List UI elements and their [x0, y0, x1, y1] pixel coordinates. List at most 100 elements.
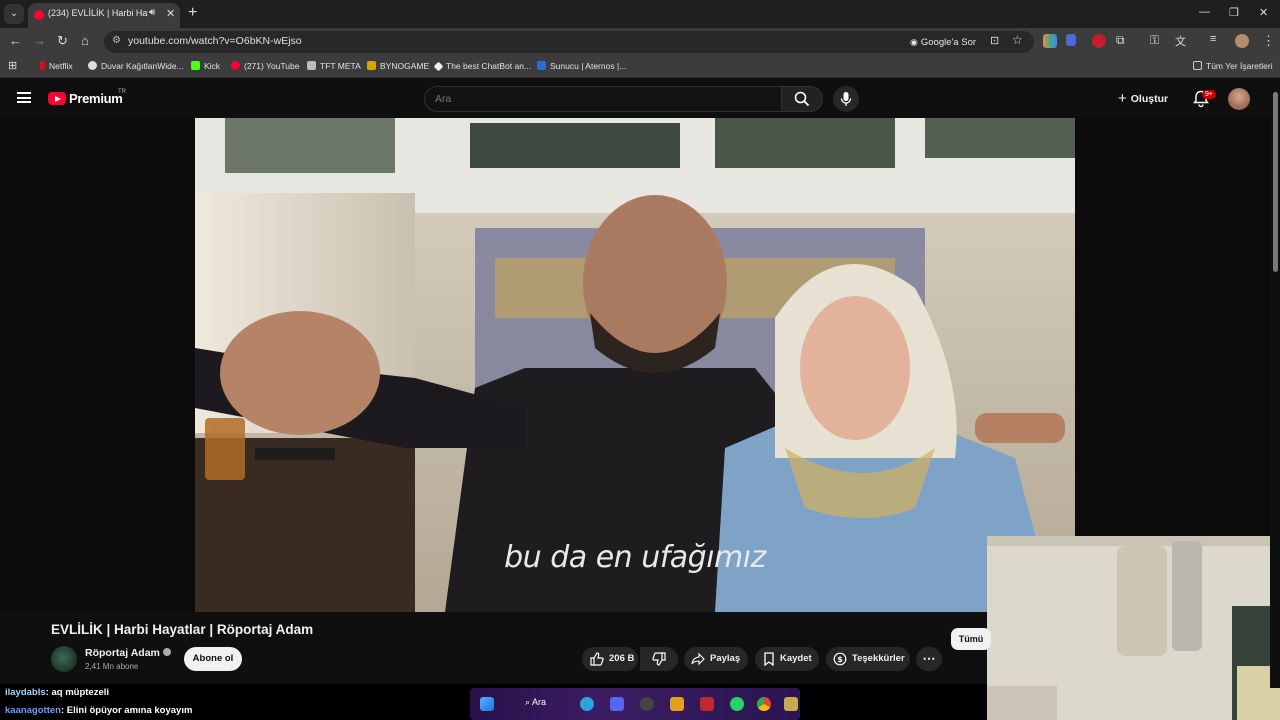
- youtube-logo-icon[interactable]: [48, 92, 66, 105]
- profile-avatar-icon[interactable]: [1235, 34, 1249, 48]
- chrome-icon[interactable]: [757, 697, 771, 711]
- scrollbar-thumb[interactable]: [1273, 92, 1278, 272]
- home-icon[interactable]: ⌂: [81, 33, 89, 48]
- password-key-icon[interactable]: ⚿: [1150, 33, 1159, 48]
- thumbs-down-icon: [652, 652, 666, 666]
- chat-message: kaanagotten: Elini öpüyor amına koyayım: [5, 705, 192, 716]
- chat-message: ilaydabls: aq müptezeli: [5, 687, 109, 698]
- share-label: Paylaş: [710, 653, 741, 664]
- active-tab[interactable]: (234) EVLİLİK | Harbi Hayatl 🔊︎ ✕: [28, 3, 180, 28]
- browser-tab-strip: ⌄ (234) EVLİLİK | Harbi Hayatl 🔊︎ ✕ + — …: [0, 0, 1280, 28]
- tft-icon: [307, 61, 316, 70]
- bynogame-icon: [367, 61, 376, 70]
- create-button[interactable]: + Oluştur: [1118, 90, 1168, 107]
- youtube-icon: [231, 61, 240, 70]
- webcam-frame: [987, 536, 1280, 720]
- bookmark-kick[interactable]: Kick: [191, 61, 220, 71]
- more-icon: ⋯: [922, 651, 936, 666]
- chat-text: : aq müptezeli: [45, 687, 110, 698]
- kick-icon: [191, 61, 200, 70]
- league-of-legends-icon[interactable]: [784, 697, 798, 711]
- bookmark-netflix[interactable]: Netflix: [40, 61, 73, 71]
- dislike-button[interactable]: [640, 647, 678, 671]
- video-frame: [195, 118, 1075, 612]
- thanks-button[interactable]: $ Teşekkürler: [826, 647, 910, 671]
- verified-badge-icon: [162, 648, 171, 656]
- page-scrollbar[interactable]: [1270, 80, 1280, 688]
- install-app-icon[interactable]: ⊡: [990, 34, 999, 47]
- bookmark-star-icon[interactable]: ☆: [1012, 33, 1023, 47]
- browser-menu-icon[interactable]: ⋮: [1262, 33, 1275, 49]
- hamburger-menu-icon[interactable]: [17, 92, 31, 103]
- filter-chip-all[interactable]: Tümü: [951, 628, 991, 650]
- subscribe-button[interactable]: Abone ol: [184, 647, 242, 671]
- extension-red-icon[interactable]: [1092, 34, 1106, 48]
- bookmark-wallpapers[interactable]: Duvar KağıtlanWide...: [88, 61, 184, 71]
- voice-search-button[interactable]: [833, 86, 859, 112]
- like-count: 206 B: [609, 653, 635, 664]
- valorant-icon[interactable]: [700, 697, 714, 711]
- reload-icon[interactable]: ↻: [57, 33, 68, 49]
- like-button[interactable]: 206 B: [582, 647, 638, 671]
- start-windows-icon[interactable]: [480, 697, 494, 711]
- bookmark-tft-meta[interactable]: TFT META: [307, 61, 361, 71]
- steam-icon[interactable]: [640, 697, 654, 711]
- chat-text: : Elini öpüyor amına koyayım: [60, 705, 193, 716]
- apps-grid-icon[interactable]: ⊞: [8, 59, 17, 72]
- whatsapp-icon[interactable]: [730, 697, 744, 711]
- window-close-icon[interactable]: ✕: [1259, 6, 1268, 19]
- thumbs-up-icon: [590, 652, 604, 666]
- extensions-puzzle-icon[interactable]: ⧉: [1116, 33, 1125, 48]
- video-caption: bu da en ufağımız: [504, 540, 766, 575]
- discord-icon[interactable]: [610, 697, 624, 711]
- search-box[interactable]: [424, 86, 782, 112]
- super-thanks-icon: $: [833, 652, 847, 666]
- site-info-icon[interactable]: ⚙: [112, 35, 121, 46]
- account-avatar[interactable]: [1228, 88, 1250, 110]
- webcam-overlay: [987, 536, 1280, 720]
- back-arrow-icon[interactable]: ←: [9, 33, 22, 48]
- folder-icon: [1193, 61, 1202, 70]
- channel-avatar[interactable]: [51, 646, 77, 672]
- plus-icon: +: [1118, 90, 1127, 107]
- youtube-favicon-icon: [34, 10, 44, 20]
- url-text[interactable]: youtube.com/watch?v=O6bKN-wEjso: [128, 35, 302, 47]
- bookmark-chatbot[interactable]: The best ChatBot an...: [433, 61, 531, 72]
- ask-google-label: Google'a Sor: [920, 37, 977, 48]
- bookmark-aternos[interactable]: Sunucu | Aternos |...: [537, 61, 626, 71]
- tab-search-button[interactable]: ⌄: [4, 4, 24, 24]
- extension-shield-icon[interactable]: [1066, 34, 1076, 46]
- channel-name[interactable]: Röportaj Adam: [85, 647, 171, 659]
- chat-username: ilaydabls: [5, 687, 46, 698]
- close-tab-icon[interactable]: ✕: [166, 7, 175, 20]
- search-button[interactable]: [781, 86, 823, 112]
- chatbot-icon: [433, 61, 444, 72]
- telegram-icon[interactable]: [580, 697, 594, 711]
- new-tab-button[interactable]: +: [188, 4, 197, 22]
- speaker-icon[interactable]: 🔊︎: [149, 7, 155, 18]
- bookmark-youtube[interactable]: (271) YouTube: [231, 61, 299, 71]
- file-explorer-icon[interactable]: [670, 697, 684, 711]
- youtube-premium-logo[interactable]: Premium: [69, 91, 123, 106]
- address-bar[interactable]: ⚙ youtube.com/watch?v=O6bKN-wEjso ◉ Googl…: [104, 31, 1034, 53]
- save-button[interactable]: Kaydet: [755, 647, 819, 671]
- translate-icon[interactable]: 文: [1175, 33, 1186, 49]
- youtube-header: Premium TR +Oluştur: [0, 80, 1270, 118]
- share-button[interactable]: Paylaş: [684, 647, 748, 671]
- restore-icon[interactable]: ❐: [1229, 6, 1239, 19]
- extension-color-icon[interactable]: [1043, 34, 1057, 48]
- search-input[interactable]: [435, 93, 765, 105]
- aternos-icon: [537, 61, 546, 70]
- ask-google-button[interactable]: ◉ Google'a Sor: [904, 34, 982, 50]
- lens-icon: ◉: [910, 37, 918, 47]
- bookmarks-bar: ⊞ Netflix Duvar KağıtlanWide... Kick (27…: [0, 56, 1280, 78]
- forward-arrow-icon[interactable]: →: [33, 33, 46, 48]
- media-queue-icon[interactable]: ≡: [1210, 33, 1216, 45]
- svg-text:$: $: [837, 655, 843, 664]
- bookmark-bynogame[interactable]: BYNOGAME: [367, 61, 429, 71]
- taskbar-search[interactable]: ⌕ Ara: [525, 697, 546, 708]
- minimize-icon[interactable]: —: [1199, 6, 1210, 18]
- video-player[interactable]: [195, 118, 1075, 612]
- more-actions-button[interactable]: ⋯: [916, 647, 942, 671]
- all-bookmarks-folder[interactable]: Tüm Yer İşaretleri: [1193, 61, 1273, 71]
